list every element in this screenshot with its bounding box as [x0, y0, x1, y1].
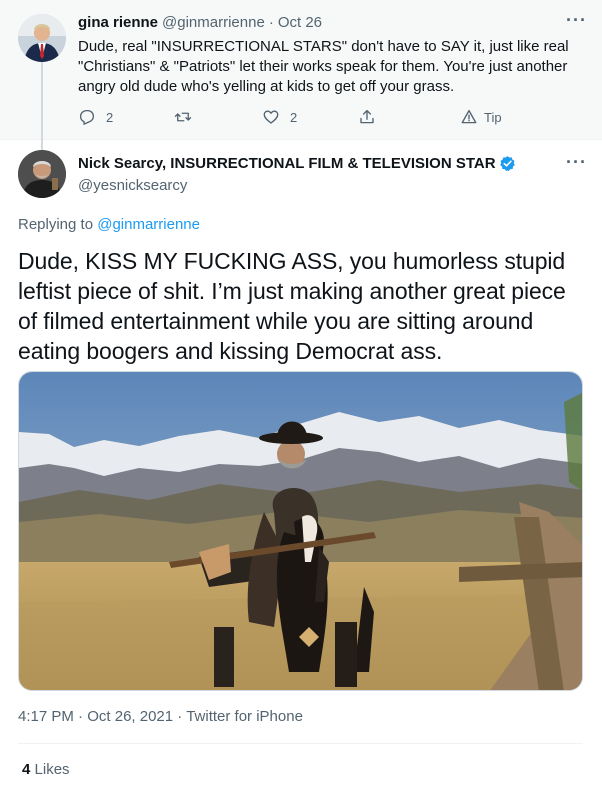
- share-icon: [360, 109, 374, 124]
- likes-count: 4: [22, 761, 31, 778]
- tweet-text-line: Dude, KISS MY FUCKING ASS, you humorless…: [18, 248, 566, 274]
- separator-dot: ·: [78, 708, 84, 725]
- reply-text-line: "Christians" & "Patriots" let their work…: [78, 58, 568, 75]
- tweet-time[interactable]: 4:17 PM: [18, 708, 74, 725]
- tweet-display-name[interactable]: Nick Searcy, INSURRECTIONAL FILM & TELEV…: [78, 155, 496, 172]
- tweet-source[interactable]: Twitter for iPhone: [186, 708, 303, 725]
- tweet-text: Dude, KISS MY FUCKING ASS, you humorless…: [18, 246, 593, 366]
- avatar-image: [18, 150, 66, 198]
- reply-header: gina rienne @ginmarrienne · Oct 26: [78, 14, 322, 31]
- reply-display-name[interactable]: gina rienne: [78, 14, 158, 31]
- likes-label: Likes: [34, 761, 70, 778]
- replying-to-handle-link[interactable]: @ginmarrienne: [97, 216, 200, 233]
- reply-tweet[interactable]: gina rienne @ginmarrienne · Oct 26 ··· D…: [0, 0, 602, 150]
- reply-text: Dude, real "INSURRECTIONAL STARS" don't …: [78, 37, 588, 97]
- avatar[interactable]: [18, 14, 66, 62]
- retweet-icon: [174, 112, 192, 122]
- tweet-text-line: eating boogers and kissing Democrat ass.: [18, 338, 443, 364]
- reply-icon: [79, 109, 95, 125]
- tweet-meta: 4:17 PM · Oct 26, 2021 · Twitter for iPh…: [18, 708, 303, 725]
- likes-count-link[interactable]: 4 Likes: [22, 761, 70, 778]
- reply-date[interactable]: Oct 26: [278, 14, 322, 31]
- tip-label: Tip: [484, 109, 502, 125]
- thread-line: [41, 62, 43, 150]
- separator-dot: ·: [268, 14, 274, 31]
- tweet-handle-row: @yesnicksearcy: [78, 177, 187, 194]
- heart-icon: [263, 110, 279, 124]
- cowboy-on-horse-photo: [19, 372, 582, 690]
- tweet-text-line: leftist piece of shit. I’m just making a…: [18, 278, 566, 304]
- reply-text-line: angry old dude who's yelling at kids to …: [78, 78, 455, 95]
- tweet-photo[interactable]: [18, 371, 583, 691]
- replying-to-label: Replying to: [18, 216, 94, 233]
- reply-count: 2: [106, 109, 114, 125]
- retweet-button[interactable]: [174, 108, 202, 126]
- tip-icon: [461, 109, 477, 124]
- tip-button[interactable]: Tip: [460, 108, 502, 126]
- replying-to: Replying to @ginmarrienne: [18, 216, 200, 233]
- verified-badge-icon: [499, 156, 515, 172]
- tweet-text-line: of filmed entertainment while you are si…: [18, 308, 534, 334]
- reply-text-line: Dude, real "INSURRECTIONAL STARS" don't …: [78, 38, 569, 55]
- avatar-image: [18, 14, 66, 62]
- more-options-button[interactable]: ···: [566, 152, 587, 173]
- like-button[interactable]: 2: [262, 108, 297, 126]
- tweet-header: Nick Searcy, INSURRECTIONAL FILM & TELEV…: [78, 155, 516, 172]
- share-button[interactable]: [358, 108, 386, 126]
- reply-action-bar: 2 2 Tip: [78, 108, 518, 128]
- tweet-handle[interactable]: @yesnicksearcy: [78, 177, 187, 194]
- reply-button[interactable]: 2: [78, 108, 113, 126]
- avatar[interactable]: [18, 150, 66, 198]
- tweet-date[interactable]: Oct 26, 2021: [87, 708, 173, 725]
- reply-handle[interactable]: @ginmarrienne: [162, 14, 265, 31]
- separator-dot: ·: [177, 708, 183, 725]
- more-options-button[interactable]: ···: [566, 10, 587, 31]
- like-count: 2: [290, 109, 298, 125]
- divider: [18, 743, 583, 744]
